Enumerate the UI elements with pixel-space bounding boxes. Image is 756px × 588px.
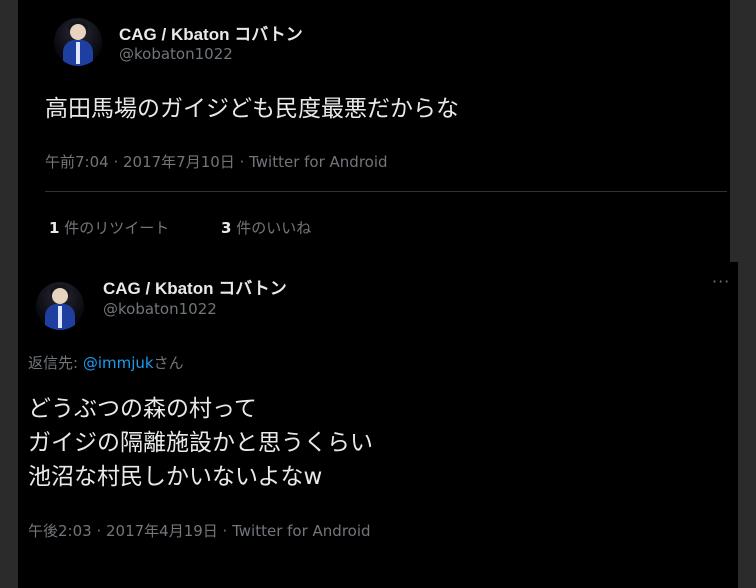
reply-context: 返信先: @immjukさん — [28, 352, 184, 373]
tweet-text-line: 池沼な村民しかいないよなw — [28, 464, 323, 490]
user-handle[interactable]: @kobaton1022 — [119, 45, 233, 63]
like-count[interactable]: 3 件のいいね — [221, 217, 311, 238]
tweet-timestamp[interactable]: 午前7:04 · 2017年7月10日 · Twitter for Androi… — [45, 151, 388, 172]
tweet-card-1: CAG / Kbaton コバトン @kobaton1022 高田馬場のガイジど… — [18, 0, 730, 268]
display-name[interactable]: CAG / Kbaton コバトン — [103, 274, 287, 299]
reply-prefix: 返信先: — [28, 354, 83, 372]
more-options-icon[interactable]: ··· — [712, 272, 730, 291]
display-name[interactable]: CAG / Kbaton コバトン — [119, 20, 303, 45]
reply-user-link[interactable]: @immjuk — [83, 354, 154, 372]
tweet-text: どうぶつの森の村って ガイジの隔離施設かと思うくらい 池沼な村民しかいないよなw — [28, 392, 373, 494]
reply-suffix: さん — [153, 354, 184, 372]
user-handle[interactable]: @kobaton1022 — [103, 300, 217, 318]
tweet-text-line: ガイジの隔離施設かと思うくらい — [28, 430, 373, 456]
tweet-text-line: どうぶつの森の村って — [28, 396, 257, 422]
retweet-count-label: 件のリツイート — [64, 219, 170, 237]
tweet-card-2: CAG / Kbaton コバトン @kobaton1022 ··· 返信先: … — [18, 262, 738, 588]
divider — [45, 191, 727, 192]
like-count-label: 件のいいね — [236, 219, 312, 237]
tweet-timestamp[interactable]: 午後2:03 · 2017年4月19日 · Twitter for Androi… — [28, 520, 371, 541]
retweet-count[interactable]: 1 件のリツイート — [49, 217, 169, 238]
avatar[interactable] — [54, 18, 102, 66]
tweet-text: 高田馬場のガイジども民度最悪だからな — [45, 96, 459, 122]
retweet-count-number: 1 — [49, 219, 60, 237]
avatar[interactable] — [36, 282, 84, 330]
like-count-number: 3 — [221, 219, 232, 237]
